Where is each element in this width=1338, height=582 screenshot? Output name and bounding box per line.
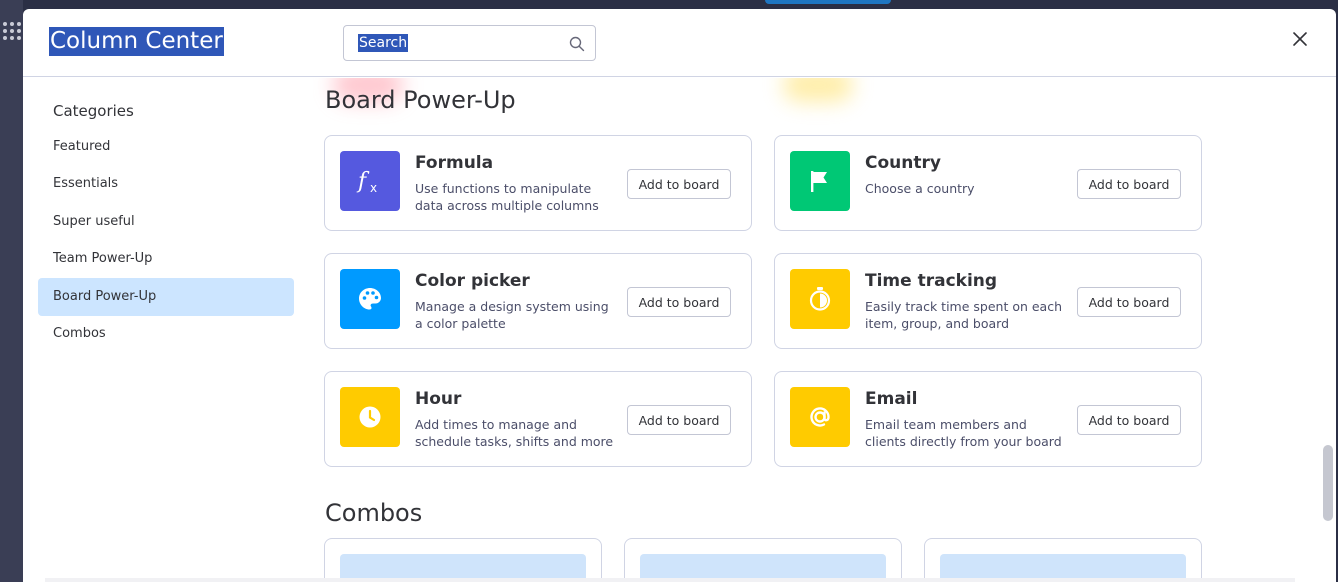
combo-card[interactable] xyxy=(324,538,602,582)
column-description: Use functions to manipulate data across … xyxy=(415,181,599,213)
column-title: Formula xyxy=(415,153,494,173)
section-title-board-power-up: Board Power-Up xyxy=(325,86,516,114)
column-card-time-tracking[interactable]: Time tracking Easily track time spent on… xyxy=(774,253,1202,349)
category-essentials[interactable]: Essentials xyxy=(38,165,294,203)
clock-icon xyxy=(340,387,400,447)
add-to-board-button[interactable]: Add to board xyxy=(627,287,731,317)
palette-icon xyxy=(340,269,400,329)
column-card-hour[interactable]: Hour Add times to manage and schedule ta… xyxy=(324,371,752,467)
add-to-board-button[interactable]: Add to board xyxy=(1077,287,1181,317)
column-center-modal: Column Center Search Categories Featured… xyxy=(23,9,1336,582)
column-description: Add times to manage and schedule tasks, … xyxy=(415,417,614,449)
add-to-board-button[interactable]: Add to board xyxy=(1077,169,1181,199)
categories-heading: Categories xyxy=(53,102,134,120)
combo-card[interactable] xyxy=(924,538,1202,582)
column-catalog: Board Power-Up f x Formula Use functions… xyxy=(313,78,1323,582)
category-super-useful[interactable]: Super useful xyxy=(38,203,294,241)
formula-icon: f x xyxy=(340,151,400,211)
column-title: Color picker xyxy=(415,271,530,291)
category-featured[interactable]: Featured xyxy=(38,128,294,166)
column-title: Country xyxy=(865,153,941,173)
add-to-board-button[interactable]: Add to board xyxy=(1077,405,1181,435)
stopwatch-icon xyxy=(790,269,850,329)
column-description: Manage a design system using a color pal… xyxy=(415,299,609,331)
add-to-board-button[interactable]: Add to board xyxy=(627,169,731,199)
modal-title: Column Center xyxy=(49,27,224,56)
column-card-formula[interactable]: f x Formula Use functions to manipulate … xyxy=(324,135,752,231)
category-team-power-up[interactable]: Team Power-Up xyxy=(38,240,294,278)
column-card-email[interactable]: Email Email team members and clients dir… xyxy=(774,371,1202,467)
search-icon xyxy=(569,36,585,52)
column-title: Time tracking xyxy=(865,271,998,291)
column-card-country[interactable]: Country Choose a country Add to board xyxy=(774,135,1202,231)
column-description: Choose a country xyxy=(865,181,975,196)
svg-text:x: x xyxy=(370,181,377,195)
column-description: Easily track time spent on each item, gr… xyxy=(865,299,1063,331)
background-top-button xyxy=(765,0,891,4)
column-title: Email xyxy=(865,389,918,409)
add-to-board-button[interactable]: Add to board xyxy=(627,405,731,435)
category-board-power-up[interactable]: Board Power-Up xyxy=(38,278,294,316)
column-card-color-picker[interactable]: Color picker Manage a design system usin… xyxy=(324,253,752,349)
combo-card[interactable] xyxy=(624,538,902,582)
search-input-value[interactable]: Search xyxy=(358,34,409,52)
flag-icon xyxy=(790,151,850,211)
close-icon[interactable] xyxy=(1291,30,1309,48)
scrollbar-thumb[interactable] xyxy=(1323,445,1333,521)
section-title-combos: Combos xyxy=(325,499,423,527)
scrolled-card-remnant xyxy=(783,78,853,102)
apps-grid-icon[interactable] xyxy=(3,22,21,42)
categories-sidebar: Categories Featured Essentials Super use… xyxy=(23,78,313,582)
at-sign-icon xyxy=(790,387,850,447)
column-description: Email team members and clients directly … xyxy=(865,417,1062,449)
modal-header: Column Center Search xyxy=(23,9,1336,77)
background-board xyxy=(0,0,23,582)
search-input[interactable]: Search xyxy=(343,25,596,61)
column-title: Hour xyxy=(415,389,462,409)
background-bottom-strip xyxy=(45,578,1295,582)
vertical-scrollbar[interactable] xyxy=(1320,78,1336,582)
svg-text:f: f xyxy=(356,169,370,194)
category-combos[interactable]: Combos xyxy=(38,315,294,353)
